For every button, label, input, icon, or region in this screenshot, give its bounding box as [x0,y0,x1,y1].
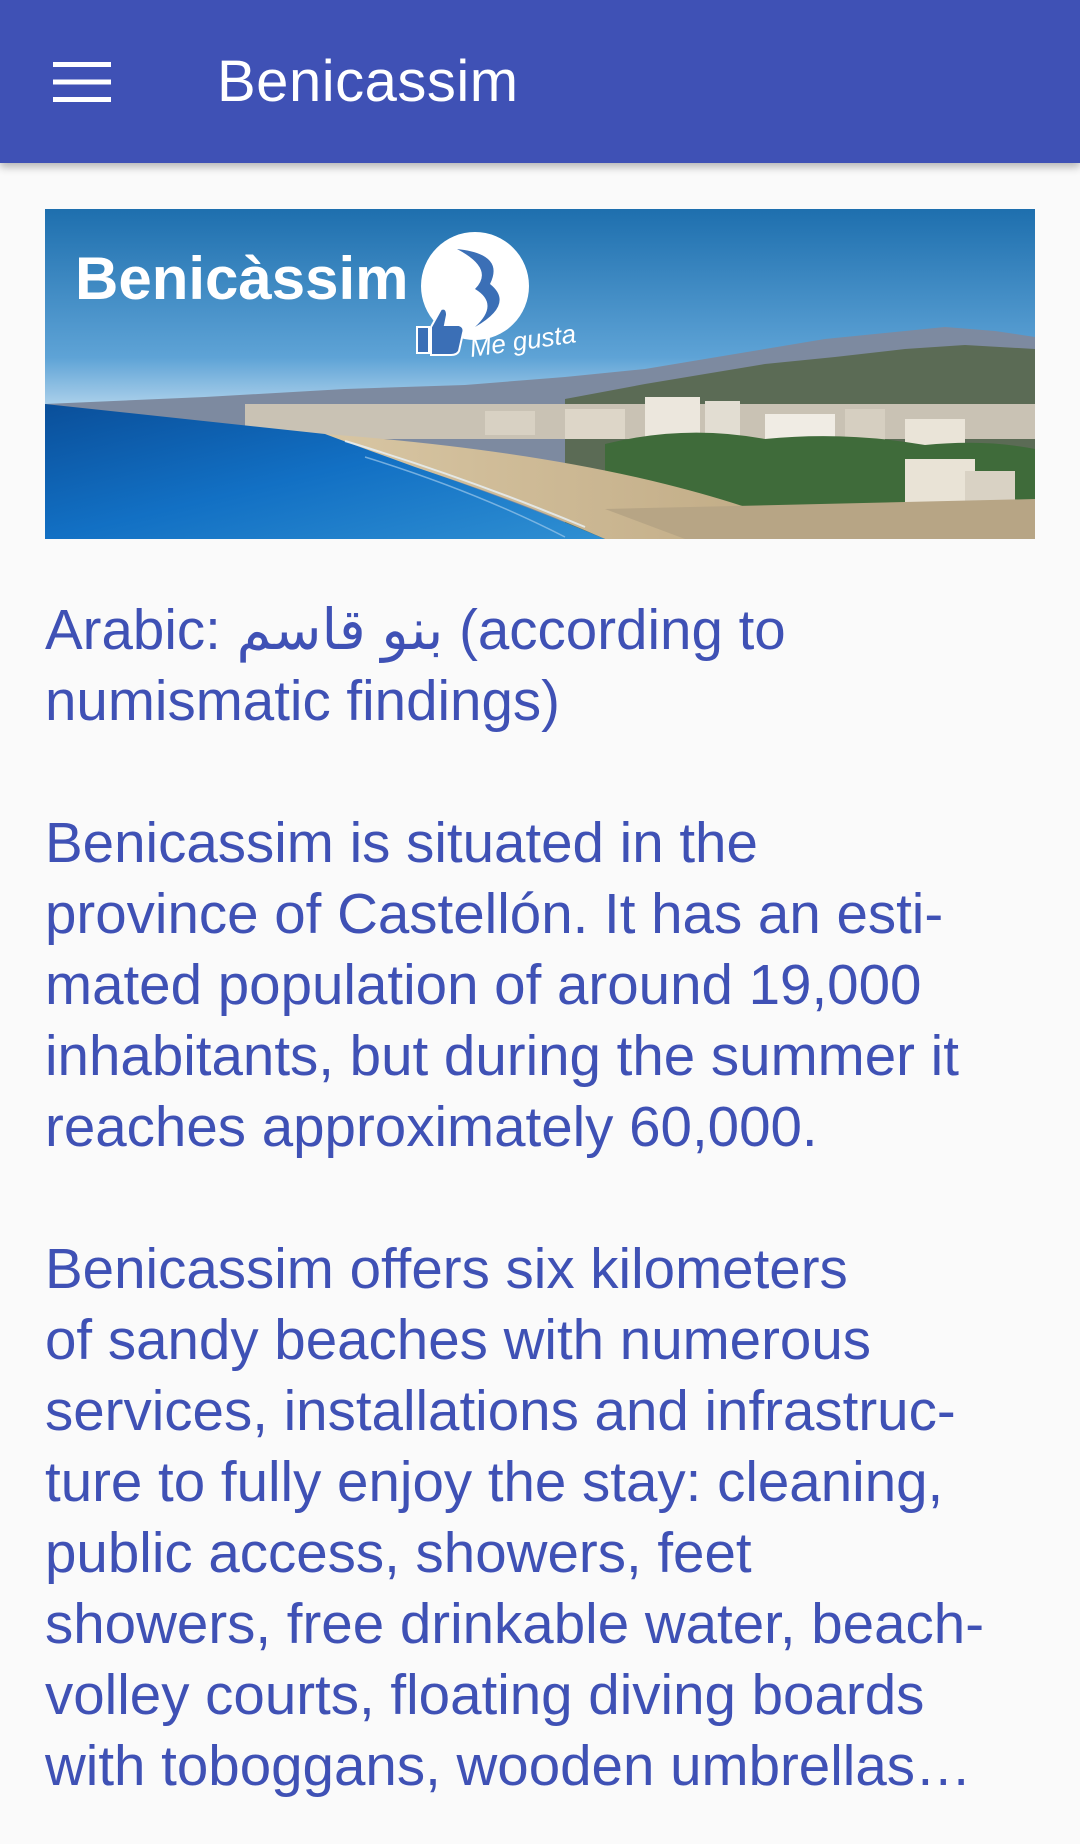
menu-icon [53,62,111,102]
menu-button[interactable] [34,34,130,130]
article-paragraph-population: Benicassim is situated in the province o… [45,811,959,1158]
banner-logo-text: Benicàssim [75,245,409,312]
article-paragraph-beaches: Benicassim offers six kilometers of sand… [45,1237,985,1797]
content-area: Benicàssim Me gusta Arabic: بنو قاسم (ac… [45,209,1035,1801]
banner-image[interactable]: Benicàssim Me gusta [45,209,1035,539]
app-title: Benicassim [217,49,519,114]
app-bar: Benicassim [0,0,1080,163]
article-paragraph-arabic: Arabic: بنو قاسم (according to numismati… [45,598,786,732]
